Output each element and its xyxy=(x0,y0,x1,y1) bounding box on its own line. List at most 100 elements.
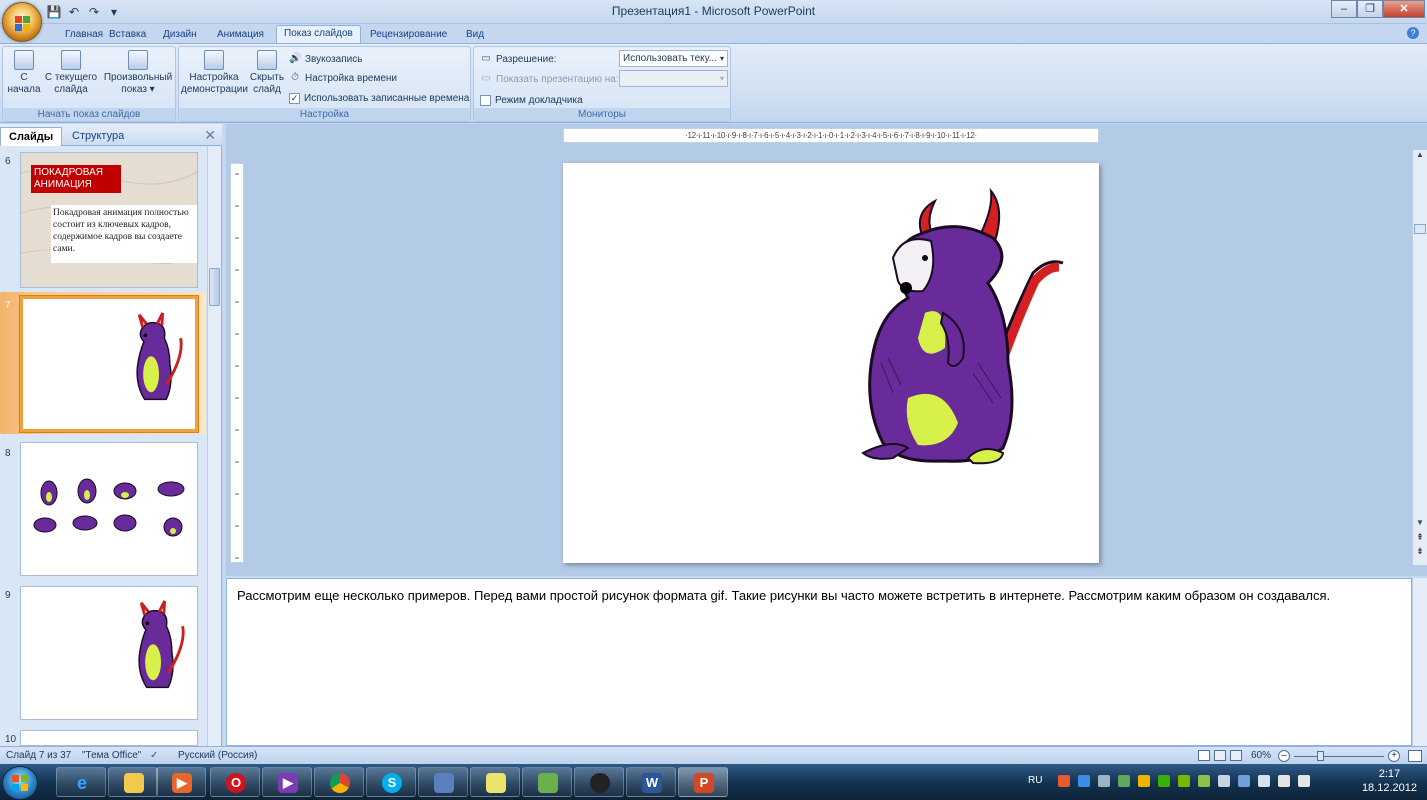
rat-drawing xyxy=(136,312,183,401)
office-logo-icon xyxy=(15,16,30,31)
setup-show-button[interactable]: Настройка демонстрации xyxy=(181,50,248,96)
record-narration-button[interactable]: 🔊 Звукозапись xyxy=(289,51,362,67)
tab-insert[interactable]: Вставка xyxy=(102,27,153,43)
language-indicator[interactable]: Русский (Россия) xyxy=(178,750,257,761)
zoom-in-icon[interactable]: + xyxy=(1388,750,1400,762)
scrollbar-thumb[interactable] xyxy=(209,268,220,306)
tab-view[interactable]: Вид xyxy=(459,27,491,43)
taskbar-skype[interactable]: S xyxy=(366,767,416,797)
custom-show-label-2: показ ▾ xyxy=(121,84,155,95)
nvidia-icon[interactable] xyxy=(1178,775,1190,787)
normal-view-icon[interactable] xyxy=(1198,750,1210,761)
slide-scrollbar[interactable]: ▲ ▼ ⇞ ⇟ xyxy=(1412,150,1427,565)
minimize-button[interactable]: – xyxy=(1331,0,1357,18)
tray-icon-8[interactable] xyxy=(1198,775,1210,787)
taskbar-save[interactable] xyxy=(418,767,468,797)
tab-outline[interactable]: Структура xyxy=(64,127,132,146)
close-button[interactable]: ✕ xyxy=(1383,0,1425,18)
taskbar-explorer[interactable] xyxy=(108,767,158,797)
previous-slide-icon[interactable]: ⇞ xyxy=(1413,532,1427,544)
tray-icon-6[interactable] xyxy=(1158,775,1170,787)
volume-icon[interactable] xyxy=(1298,775,1310,787)
resolution-label-row: ▭ Разрешение: xyxy=(480,51,556,67)
show-on-dropdown[interactable]: ▾ xyxy=(619,70,728,87)
tab-review[interactable]: Рецензирование xyxy=(363,27,454,43)
office-button[interactable] xyxy=(2,2,42,42)
rehearse-timings-button[interactable]: ⏱ Настройка времени xyxy=(289,70,397,86)
notes-scrollbar[interactable] xyxy=(1412,578,1427,746)
microphone-icon: 🔊 xyxy=(289,53,302,64)
taskbar-word[interactable]: W xyxy=(626,767,676,797)
current-slide[interactable] xyxy=(563,163,1099,563)
tab-slideshow[interactable]: Показ слайдов xyxy=(276,25,361,44)
slide-thumbnail-8[interactable] xyxy=(20,442,198,576)
monitor-icon: ▭ xyxy=(481,53,491,64)
custom-show-button[interactable]: Произвольный показ ▾ xyxy=(101,50,175,96)
hide-slide-button[interactable]: Скрыть слайд xyxy=(249,50,285,96)
clock[interactable]: 2:17 18.12.2012 xyxy=(1362,767,1417,795)
thumbnails-scrollbar[interactable] xyxy=(207,146,221,746)
taskbar-chrome[interactable] xyxy=(314,767,364,797)
tray-icon-3[interactable] xyxy=(1098,775,1110,787)
notes-text[interactable]: Рассмотрим еще несколько примеров. Перед… xyxy=(237,587,1399,605)
taskbar-media[interactable]: ▶ xyxy=(156,767,206,797)
tab-design[interactable]: Дизайн xyxy=(156,27,204,43)
scroll-up-icon[interactable]: ▲ xyxy=(1413,150,1427,162)
fit-to-window-icon[interactable] xyxy=(1408,750,1422,762)
window-controls: – ❐ ✕ xyxy=(1331,0,1425,18)
taskbar-paint[interactable] xyxy=(522,767,572,797)
next-slide-icon[interactable]: ⇟ xyxy=(1413,546,1427,558)
presenter-view-checkbox[interactable]: Режим докладчика xyxy=(480,92,583,108)
from-current-button[interactable]: С текущего слайда xyxy=(43,50,99,96)
tab-slides[interactable]: Слайды xyxy=(0,127,63,146)
redo-icon[interactable]: ↷ xyxy=(86,4,102,20)
taskbar-media-center[interactable] xyxy=(574,767,624,797)
start-button[interactable] xyxy=(2,766,38,800)
undo-icon[interactable]: ↶ xyxy=(66,4,82,20)
restore-button[interactable]: ❐ xyxy=(1357,0,1383,18)
tray-icon-10[interactable] xyxy=(1238,775,1250,787)
scrollbar-thumb[interactable] xyxy=(1414,224,1426,234)
from-current-label-2: слайда xyxy=(54,84,88,95)
tab-animation[interactable]: Анимация xyxy=(210,27,271,43)
windows-logo-icon xyxy=(12,775,28,791)
help-icon[interactable]: ? xyxy=(1407,27,1419,39)
taskbar-powerpoint[interactable]: P xyxy=(678,767,728,797)
slide-thumbnail-9[interactable] xyxy=(20,586,198,720)
bluetooth-icon[interactable] xyxy=(1078,775,1090,787)
input-language[interactable]: RU xyxy=(1028,775,1042,786)
slide-thumbnail-6[interactable]: ПОКАДРОВАЯ АНИМАЦИЯ Покадровая анимация … xyxy=(20,152,198,288)
clock-date: 18.12.2012 xyxy=(1361,782,1417,794)
custom-show-icon xyxy=(128,50,148,70)
notes-pane[interactable]: Рассмотрим еще несколько примеров. Перед… xyxy=(226,578,1412,746)
zoom-slider-thumb[interactable] xyxy=(1317,751,1324,761)
taskbar-app[interactable]: ▶ xyxy=(262,767,312,797)
slide6-title-line1: ПОКАДРОВАЯ xyxy=(34,167,104,178)
slide-sorter-icon[interactable] xyxy=(1214,750,1226,761)
scroll-down-icon[interactable]: ▼ xyxy=(1413,518,1427,530)
taskbar-ie[interactable]: e xyxy=(56,767,106,797)
customize-qat-icon[interactable]: ▾ xyxy=(106,4,122,20)
hide-slide-icon xyxy=(257,50,277,70)
zoom-level[interactable]: 60% xyxy=(1251,750,1271,761)
use-timings-checkbox[interactable]: ✓ Использовать записанные времена xyxy=(289,90,469,106)
tray-icon-1[interactable] xyxy=(1058,775,1070,787)
from-start-button[interactable]: С начала xyxy=(7,50,41,96)
network-icon[interactable] xyxy=(1278,775,1290,787)
tray-icon-4[interactable] xyxy=(1118,775,1130,787)
slide-thumbnail-7[interactable] xyxy=(20,296,198,432)
taskbar-opera[interactable]: O xyxy=(210,767,260,797)
save-icon[interactable]: 💾 xyxy=(46,4,62,20)
tray-icon-11[interactable] xyxy=(1258,775,1270,787)
theme-name[interactable]: "Тема Office" xyxy=(82,750,141,761)
tray-icon-9[interactable] xyxy=(1218,775,1230,787)
taskbar-sticky[interactable] xyxy=(470,767,520,797)
tray-icon-5[interactable] xyxy=(1138,775,1150,787)
slide-thumbnail-10[interactable] xyxy=(20,730,198,746)
slideshow-view-icon[interactable] xyxy=(1230,750,1242,761)
spellcheck-icon[interactable]: ✓ xyxy=(150,750,158,761)
close-pane-icon[interactable]: ✕ xyxy=(204,127,216,144)
zoom-out-icon[interactable]: – xyxy=(1278,750,1290,762)
resolution-dropdown[interactable]: Использовать теку... ▾ xyxy=(619,50,728,67)
zoom-slider-track[interactable] xyxy=(1294,756,1384,757)
